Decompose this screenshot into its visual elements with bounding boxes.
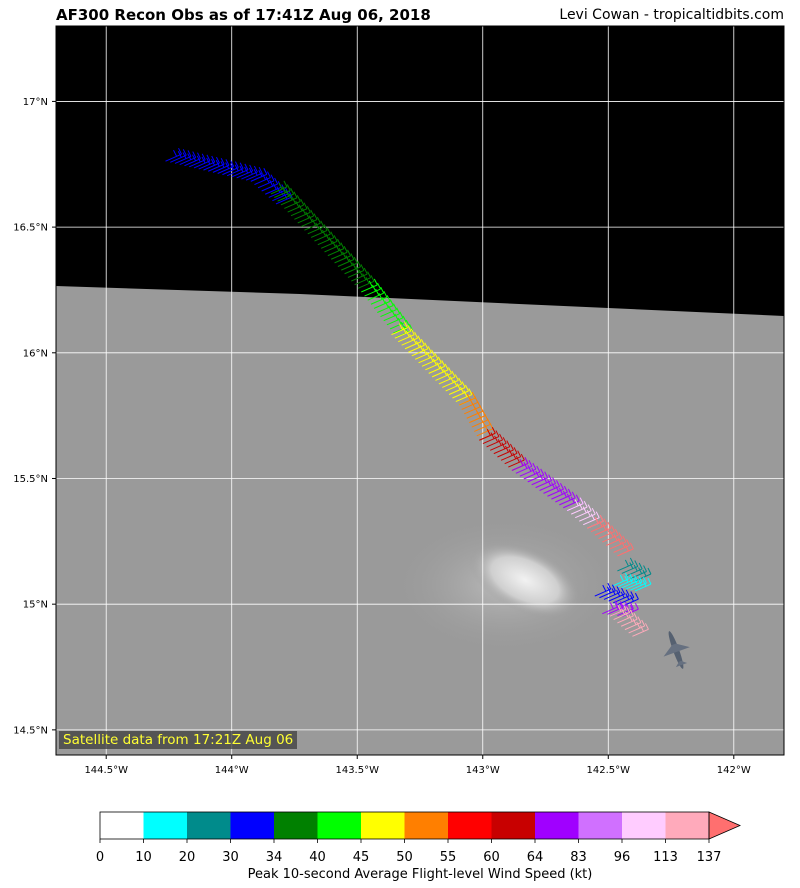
colorbar-segment [361, 812, 405, 839]
colorbar-segment [187, 812, 231, 839]
colorbar-tick-label: 34 [266, 850, 283, 865]
colorbar-segment [404, 812, 448, 839]
colorbar-tick-label: 137 [697, 850, 722, 865]
colorbar-tick-label: 60 [483, 850, 500, 865]
colorbar-tick-label: 64 [527, 850, 544, 865]
colorbar-segment [491, 812, 535, 839]
colorbar-tick-label: 55 [440, 850, 457, 865]
colorbar-extend-arrow [708, 811, 742, 840]
colorbar: 0 10 20 30 34 40 45 50 55 60 64 83 96 113 137 [96, 811, 742, 865]
lon-tick-label: 144°W [215, 765, 249, 776]
lon-tick-label: 143.5°W [335, 765, 379, 776]
satellite-imagery [56, 286, 784, 755]
colorbar-segment [622, 812, 666, 839]
lon-tick-label: 142°W [717, 765, 751, 776]
colorbar-tick-label: 45 [353, 850, 370, 865]
lat-tick-label: 15.5°N [13, 474, 48, 485]
colorbar-tick-label: 10 [135, 850, 152, 865]
colorbar-tick-label: 40 [309, 850, 326, 865]
lat-tick-label: 17°N [23, 97, 48, 108]
colorbar-tick-label: 113 [653, 850, 678, 865]
colorbar-tick-label: 30 [222, 850, 239, 865]
colorbar-tick-label: 83 [570, 850, 587, 865]
lon-tick-label: 143°W [466, 765, 500, 776]
lon-tick-label: 144.5°W [84, 765, 128, 776]
colorbar-tick-label: 50 [396, 850, 413, 865]
colorbar-segment [448, 812, 492, 839]
lat-tick-label: 14.5°N [13, 725, 48, 736]
lon-tick-label: 142.5°W [587, 765, 631, 776]
colorbar-tick-label: 96 [614, 850, 631, 865]
colorbar-segment [535, 812, 579, 839]
colorbar-segment [230, 812, 274, 839]
credit-text: Levi Cowan - tropicaltidbits.com [559, 7, 784, 23]
lat-tick-label: 15°N [23, 600, 48, 611]
colorbar-label: Peak 10-second Average Flight-level Wind… [247, 867, 593, 882]
colorbar-segment [578, 812, 622, 839]
colorbar-segment [665, 812, 709, 839]
lat-tick-label: 16.5°N [13, 223, 48, 234]
satellite-timestamp: Satellite data from 17:21Z Aug 06 [59, 731, 298, 749]
colorbar-tick-label: 20 [179, 850, 196, 865]
colorbar-segment [317, 812, 361, 839]
colorbar-segment [100, 812, 144, 839]
page-title: AF300 Recon Obs as of 17:41Z Aug 06, 201… [56, 6, 431, 24]
lat-tick-label: 16°N [23, 348, 48, 359]
colorbar-segment [143, 812, 187, 839]
colorbar-segment [274, 812, 318, 839]
colorbar-tick-label: 0 [96, 850, 104, 865]
recon-map: 144.5°W 144°W 143.5°W 143°W 142.5°W 142°W 17°N… [13, 25, 785, 865]
